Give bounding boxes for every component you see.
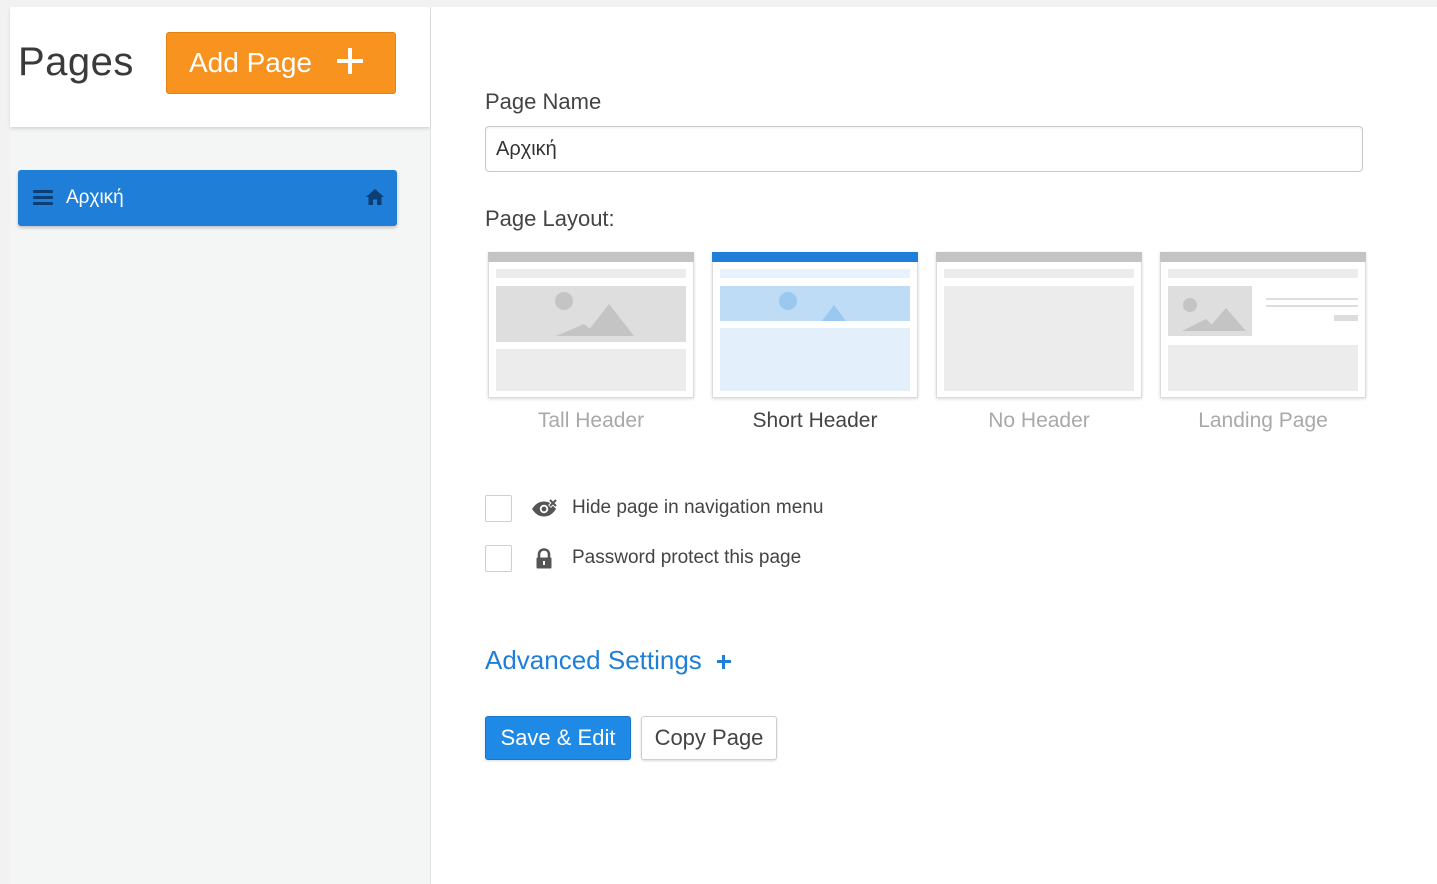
layout-caption: Tall Header <box>537 409 645 432</box>
sidebar-title: Pages <box>18 40 134 84</box>
home-icon <box>366 189 384 205</box>
app-frame: Pages Add Page Αρχική Page Name Page Lay… <box>10 7 1437 884</box>
layout-option-no-header[interactable]: No Header <box>936 252 1142 437</box>
landing-page-thumbnail <box>1160 252 1366 398</box>
page-list-item[interactable]: Αρχική <box>18 170 397 226</box>
sidebar-header: Pages Add Page <box>10 7 430 127</box>
image-placeholder-icon <box>1168 286 1358 336</box>
layout-option-landing-page[interactable]: Landing Page <box>1160 252 1366 437</box>
password-protect-option: Password protect this page <box>485 545 985 573</box>
password-protect-checkbox[interactable] <box>485 545 512 572</box>
hide-in-nav-checkbox[interactable] <box>485 495 512 522</box>
layout-caption: Landing Page <box>1198 409 1328 432</box>
copy-page-button[interactable]: Copy Page <box>641 716 777 760</box>
layout-caption: No Header <box>988 409 1090 432</box>
page-settings-panel: Page Name Page Layout: Tall Header <box>431 7 1437 884</box>
page-list-item-label: Αρχική <box>66 187 124 208</box>
page-name-input[interactable] <box>485 126 1363 172</box>
eye-slash-icon <box>532 498 558 517</box>
image-placeholder-icon <box>496 286 686 342</box>
hide-in-nav-option: Hide page in navigation menu <box>485 495 985 523</box>
copy-page-button-label: Copy Page <box>654 725 764 750</box>
layout-option-short-header[interactable]: Short Header <box>712 252 918 437</box>
layout-option-tall-header[interactable]: Tall Header <box>488 252 694 437</box>
tall-header-thumbnail <box>488 252 694 398</box>
image-placeholder-icon <box>720 286 910 321</box>
hide-in-nav-label: Hide page in navigation menu <box>572 497 824 518</box>
lock-icon <box>536 548 552 569</box>
short-header-thumbnail <box>712 252 918 398</box>
add-page-button-label: Add Page <box>189 47 312 78</box>
drag-handle-icon[interactable] <box>33 190 53 205</box>
page-layout-label: Page Layout: <box>485 206 615 231</box>
layout-caption: Short Header <box>752 409 878 432</box>
save-edit-button-label: Save & Edit <box>500 725 616 750</box>
save-edit-button[interactable]: Save & Edit <box>485 716 631 760</box>
plus-icon <box>337 48 363 74</box>
add-page-button[interactable]: Add Page <box>166 32 396 94</box>
password-protect-label: Password protect this page <box>572 547 802 568</box>
no-header-thumbnail <box>936 252 1142 398</box>
pages-sidebar: Pages Add Page Αρχική <box>10 7 431 884</box>
page-name-label: Page Name <box>485 89 602 114</box>
plus-icon[interactable] <box>717 655 731 669</box>
advanced-settings-toggle[interactable]: Advanced Settings <box>485 645 702 676</box>
